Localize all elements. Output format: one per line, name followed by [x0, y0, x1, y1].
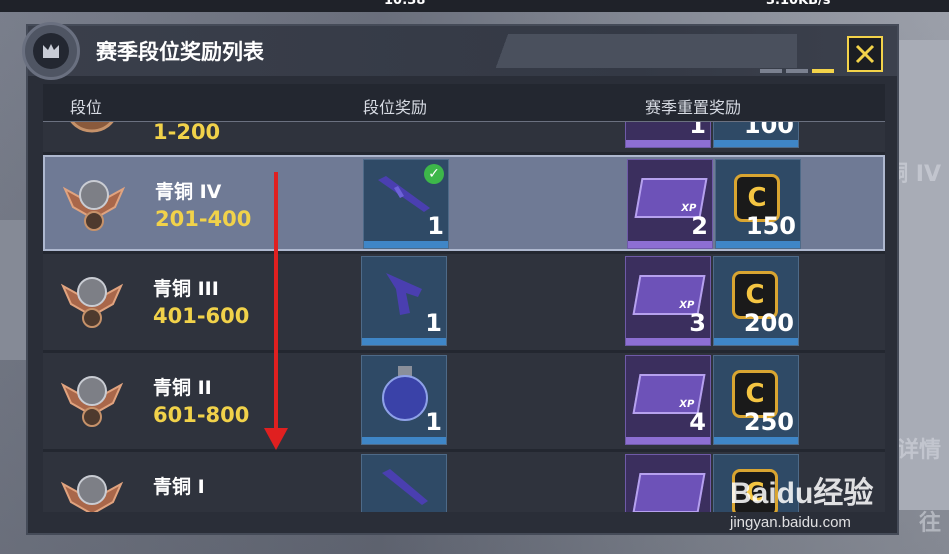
close-x-icon: [855, 44, 875, 64]
status-time: 10:38: [384, 0, 426, 8]
table-row[interactable]: 青铜 III 401-600 1 XP 3 C 200: [43, 254, 885, 350]
cod-points-reward[interactable]: C 200: [713, 256, 799, 346]
rank-range: 201-400: [155, 207, 252, 231]
background-side-label-2: 详情: [896, 438, 941, 463]
cod-points-reward[interactable]: C 150: [715, 159, 801, 249]
baidu-jingyan-watermark: Baidu经验 jingyan.baidu.com: [730, 468, 873, 531]
reward-qty: 200: [743, 309, 794, 337]
rarity-bar: [362, 437, 446, 444]
weapon-blueprint-reward[interactable]: ✓ 1: [363, 159, 449, 249]
weapon-blueprint-icon: [382, 469, 428, 505]
rarity-bar: [626, 338, 710, 345]
page-dot: [786, 69, 808, 73]
rank-name: 青铜 III: [153, 278, 219, 300]
table-header: 段位 段位奖励 赛季重置奖励: [43, 84, 885, 122]
background-side-label-3: 往: [918, 511, 941, 536]
reward-qty: 3: [689, 309, 706, 337]
reward-qty: 4: [689, 408, 706, 436]
scroll-hint-arrow: [274, 172, 278, 434]
cod-points-reward[interactable]: C 250: [713, 355, 799, 445]
page-indicator: [760, 69, 834, 73]
dialog-title: 赛季段位奖励列表: [96, 40, 264, 64]
page-dot: [760, 69, 782, 73]
header-stripe-decoration: [467, 34, 797, 68]
column-header-season-reset-reward: 赛季重置奖励: [645, 98, 742, 117]
watermark-logo: Baidu经验: [730, 477, 874, 510]
table-rows-scroll[interactable]: 1-200 1 C 100: [43, 122, 885, 512]
dialog-header: 赛季段位奖励列表: [22, 22, 897, 80]
bronze-rank-badge-icon: [61, 122, 123, 136]
table-row[interactable]: 青铜 II 601-800 1 XP 4 C 250: [43, 353, 885, 449]
bronze-rank-badge-icon: [62, 171, 126, 233]
page-dot-active: [812, 69, 834, 73]
reward-qty: 1: [689, 122, 706, 139]
rarity-bar: [626, 437, 710, 444]
bronze-rank-badge-icon: [60, 466, 124, 512]
rarity-bar: [714, 437, 798, 444]
rank-emblem-icon: [22, 22, 80, 80]
table-row[interactable]: 1-200 1 C 100: [43, 122, 885, 152]
xp-ticket-icon: [632, 473, 706, 512]
bronze-rank-badge-icon: [60, 367, 124, 429]
reward-qty: 150: [745, 212, 796, 240]
rank-range: 601-800: [153, 403, 250, 427]
reward-qty: 1: [425, 408, 442, 436]
rank-name: 青铜 I: [153, 476, 205, 498]
status-bar: 10:38 3.10KB/s: [0, 0, 949, 12]
rarity-bar: [714, 140, 798, 147]
rewards-table: 段位 段位奖励 赛季重置奖励 1-200 1 C 100: [43, 84, 885, 512]
rank-range: 1-200: [153, 122, 221, 144]
rank-range: 401-600: [153, 304, 250, 328]
bronze-rank-badge-icon: [60, 268, 124, 330]
claimed-check-icon: ✓: [424, 164, 444, 184]
status-network-speed: 3.10KB/s: [766, 0, 831, 8]
rarity-bar: [626, 140, 710, 147]
xp-card-reward[interactable]: [625, 454, 711, 512]
rarity-bar: [628, 241, 712, 248]
xp-card-reward[interactable]: 1: [625, 122, 711, 148]
rarity-bar: [364, 241, 448, 248]
reward-qty: 100: [743, 122, 794, 139]
xp-card-reward[interactable]: XP 2: [627, 159, 713, 249]
reward-qty: 2: [691, 212, 708, 240]
rarity-bar: [716, 241, 800, 248]
reward-qty: 1: [425, 309, 442, 337]
cod-points-reward[interactable]: C 100: [713, 122, 799, 148]
close-button[interactable]: [847, 36, 883, 72]
table-row-current-rank[interactable]: 青铜 IV 201-400 ✓ 1 XP 2 C 150: [43, 155, 885, 251]
rank-name: 青铜 II: [153, 377, 212, 399]
column-header-rank: 段位: [70, 98, 103, 117]
grenade-icon: [382, 366, 428, 421]
rarity-bar: [714, 338, 798, 345]
arrow-down-icon: [264, 428, 288, 450]
reward-qty: 1: [427, 212, 444, 240]
watermark-url: jingyan.baidu.com: [730, 514, 851, 531]
grenade-skin-reward[interactable]: 1: [361, 355, 447, 445]
weapon-blueprint-reward[interactable]: [361, 454, 447, 512]
column-header-rank-reward: 段位奖励: [363, 98, 428, 117]
reward-qty: 250: [743, 408, 794, 436]
weapon-blueprint-reward[interactable]: 1: [361, 256, 447, 346]
season-rank-rewards-dialog: 赛季段位奖励列表 段位 段位奖励 赛季重置奖励 1-200 1 100 青铜 I…: [22, 22, 899, 535]
xp-card-reward[interactable]: XP 3: [625, 256, 711, 346]
xp-card-reward[interactable]: XP 4: [625, 355, 711, 445]
rank-name: 青铜 IV: [155, 181, 222, 203]
rarity-bar: [362, 338, 446, 345]
